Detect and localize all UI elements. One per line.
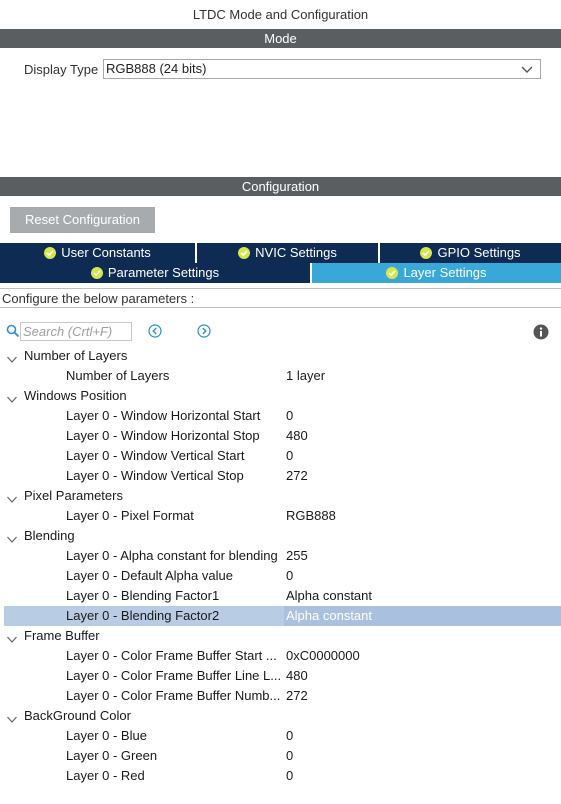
chevron-down-icon[interactable] <box>6 631 18 643</box>
param-row[interactable]: Layer 0 - Red 0 <box>0 766 561 786</box>
group-label: Windows Position <box>24 388 127 403</box>
group-windows-position[interactable]: Windows Position <box>0 386 561 406</box>
param-name: Layer 0 - Window Horizontal Start <box>66 408 261 423</box>
param-row[interactable]: Layer 0 - Window Horizontal Start 0 <box>0 406 561 426</box>
configure-instructions: Configure the below parameters : <box>0 288 561 308</box>
param-value: 0 <box>286 568 294 583</box>
param-name: Layer 0 - Color Frame Buffer Start ... <box>66 648 277 663</box>
group-number-of-layers[interactable]: Number of Layers <box>0 346 561 366</box>
search-icon <box>6 324 20 338</box>
param-value: 0 <box>286 748 294 763</box>
chevron-down-icon[interactable] <box>6 711 18 723</box>
param-row-selected[interactable]: Layer 0 - Blending Factor2 Alpha constan… <box>0 606 561 626</box>
chevron-down-icon[interactable] <box>6 531 18 543</box>
check-circle-icon <box>238 247 251 259</box>
check-circle-icon <box>90 267 103 279</box>
param-value: 272 <box>286 688 308 703</box>
tab-layer-settings[interactable]: Layer Settings <box>312 263 561 283</box>
param-name: Layer 0 - Blending Factor2 <box>66 608 220 623</box>
param-name: Layer 0 - Window Vertical Start <box>66 448 245 463</box>
tab-parameter-settings[interactable]: Parameter Settings <box>0 263 312 283</box>
param-name: Layer 0 - Blue <box>66 728 147 743</box>
param-row[interactable]: Layer 0 - Blending Factor1 Alpha constan… <box>0 586 561 606</box>
info-icon[interactable] <box>533 324 549 340</box>
param-row[interactable]: Layer 0 - Color Frame Buffer Numb... 272 <box>0 686 561 706</box>
window-title: LTDC Mode and Configuration <box>192 7 369 22</box>
check-circle-icon <box>386 267 399 279</box>
display-type-value: RGB888 (24 bits) <box>106 61 207 76</box>
group-frame-buffer[interactable]: Frame Buffer <box>0 626 561 646</box>
param-row[interactable]: Layer 0 - Default Alpha value 0 <box>0 566 561 586</box>
param-value: 0 <box>286 408 294 423</box>
tab-user-constants[interactable]: User Constants <box>0 243 197 263</box>
group-background-color[interactable]: BackGround Color <box>0 706 561 726</box>
param-value[interactable]: Alpha constant <box>286 606 372 626</box>
tab-label: Parameter Settings <box>107 265 220 280</box>
param-value: 255 <box>286 548 308 563</box>
param-name: Layer 0 - Green <box>66 748 158 763</box>
param-row[interactable]: Layer 0 - Window Horizontal Stop 480 <box>0 426 561 446</box>
reset-configuration-button[interactable]: Reset Configuration <box>10 207 155 233</box>
check-circle-icon <box>44 247 57 259</box>
param-row[interactable]: Number of Layers 1 layer <box>0 366 561 386</box>
group-blending[interactable]: Blending <box>0 526 561 546</box>
param-value: 1 layer <box>286 368 326 383</box>
display-type-select[interactable]: RGB888 (24 bits) <box>103 59 541 79</box>
search-input[interactable]: Search (Crtl+F) <box>20 322 132 341</box>
param-row[interactable]: Layer 0 - Color Frame Buffer Start ... 0… <box>0 646 561 666</box>
tab-label: User Constants <box>61 245 151 260</box>
param-row[interactable]: Layer 0 - Blue 0 <box>0 726 561 746</box>
display-type-label: Display Type <box>24 62 99 77</box>
param-value: 272 <box>286 468 308 483</box>
group-label: Blending <box>24 528 75 543</box>
tab-label: Layer Settings <box>403 265 487 280</box>
group-label: Pixel Parameters <box>24 488 123 503</box>
chevron-down-icon <box>520 60 534 78</box>
chevron-down-icon[interactable] <box>6 491 18 503</box>
param-value: 0 <box>286 768 294 783</box>
configuration-header: Configuration <box>0 177 561 196</box>
group-label: Number of Layers <box>24 348 128 363</box>
param-name: Layer 0 - Red <box>66 768 145 783</box>
previous-icon[interactable] <box>148 324 162 338</box>
tab-label: NVIC Settings <box>255 245 337 260</box>
param-name: Layer 0 - Alpha constant for blending <box>66 548 278 563</box>
param-name: Layer 0 - Window Horizontal Stop <box>66 428 260 443</box>
param-name: Number of Layers <box>66 368 170 383</box>
param-value: 0 <box>286 728 294 743</box>
parameter-tree: Number of Layers Number of Layers 1 laye… <box>0 346 561 786</box>
tab-nvic-settings[interactable]: NVIC Settings <box>197 243 380 263</box>
tab-gpio-settings[interactable]: GPIO Settings <box>380 243 561 263</box>
param-name: Layer 0 - Pixel Format <box>66 508 194 523</box>
param-row[interactable]: Layer 0 - Window Vertical Stop 272 <box>0 466 561 486</box>
check-circle-icon <box>420 247 433 259</box>
param-name: Layer 0 - Window Vertical Stop <box>66 468 244 483</box>
group-pixel-parameters[interactable]: Pixel Parameters <box>0 486 561 506</box>
tab-label: GPIO Settings <box>437 245 521 260</box>
mode-header: Mode <box>0 29 561 48</box>
tab-row-2: Parameter Settings Layer Settings <box>0 263 561 283</box>
group-label: Frame Buffer <box>24 628 100 643</box>
chevron-down-icon[interactable] <box>6 351 18 363</box>
param-row[interactable]: Layer 0 - Color Frame Buffer Line L... 4… <box>0 666 561 686</box>
param-value: 480 <box>286 668 308 683</box>
param-name: Layer 0 - Color Frame Buffer Line L... <box>66 668 280 683</box>
next-icon[interactable] <box>197 324 211 338</box>
param-name: Layer 0 - Color Frame Buffer Numb... <box>66 688 280 703</box>
param-value: Alpha constant <box>286 588 373 603</box>
chevron-down-icon[interactable] <box>6 391 18 403</box>
param-name: Layer 0 - Default Alpha value <box>66 568 233 583</box>
tab-row-1: User Constants NVIC Settings GPIO Settin… <box>0 243 561 263</box>
param-row[interactable]: Layer 0 - Pixel Format RGB888 <box>0 506 561 526</box>
param-row[interactable]: Layer 0 - Window Vertical Start 0 <box>0 446 561 466</box>
param-name: Layer 0 - Blending Factor1 <box>66 588 220 603</box>
param-value: RGB888 <box>286 508 336 523</box>
param-row[interactable]: Layer 0 - Green 0 <box>0 746 561 766</box>
group-label: BackGround Color <box>24 708 131 723</box>
param-value: 480 <box>286 428 308 443</box>
param-value: 0 <box>286 448 294 463</box>
param-row[interactable]: Layer 0 - Alpha constant for blending 25… <box>0 546 561 566</box>
param-value: 0xC0000000 <box>286 648 360 663</box>
